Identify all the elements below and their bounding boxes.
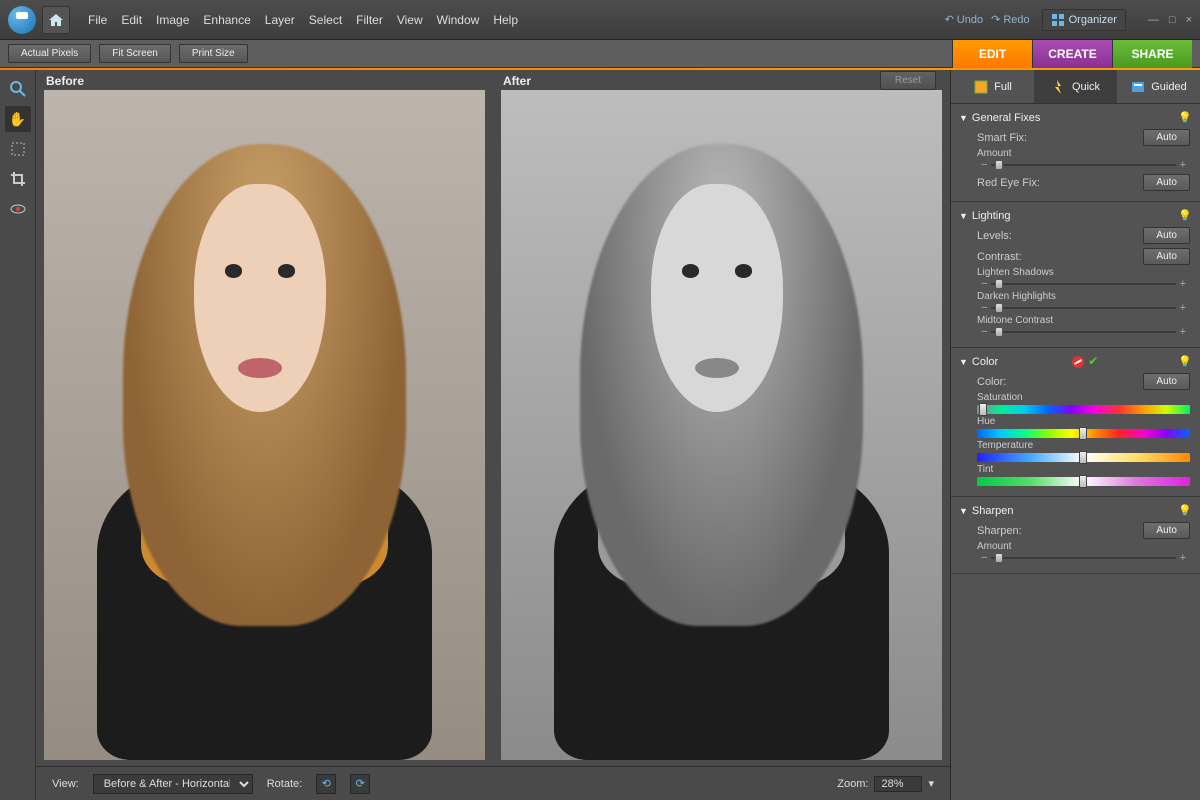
- sharpen-amount-slider[interactable]: −+: [977, 553, 1190, 563]
- levels-label: Levels:: [977, 230, 1135, 242]
- print-size-button[interactable]: Print Size: [179, 44, 248, 63]
- mode-edit[interactable]: EDIT: [952, 40, 1032, 68]
- maximize-button[interactable]: □: [1169, 14, 1176, 26]
- tab-quick[interactable]: Quick: [1034, 70, 1117, 103]
- zoom-value[interactable]: 28%: [874, 776, 922, 792]
- section-general-fixes: ▼General Fixes💡 Smart Fix: Auto Amount −+…: [951, 104, 1200, 202]
- sharpen-label: Sharpen:: [977, 525, 1135, 537]
- organizer-button[interactable]: Organizer: [1042, 9, 1126, 31]
- redo-button[interactable]: ↷ Redo: [991, 13, 1030, 26]
- main-menu: File Edit Image Enhance Layer Select Fil…: [88, 13, 945, 27]
- menu-select[interactable]: Select: [309, 13, 342, 27]
- minimize-button[interactable]: —: [1148, 14, 1159, 26]
- temperature-slider[interactable]: [977, 452, 1190, 462]
- tip-icon[interactable]: 💡: [1178, 111, 1192, 124]
- tint-slider[interactable]: [977, 476, 1190, 486]
- section-color: ▼Color ✔ 💡 Color: Auto Saturation Hue Tem…: [951, 348, 1200, 497]
- close-button[interactable]: ×: [1186, 14, 1192, 26]
- saturation-slider[interactable]: [977, 404, 1190, 414]
- fit-screen-button[interactable]: Fit Screen: [99, 44, 171, 63]
- menu-layer[interactable]: Layer: [265, 13, 295, 27]
- darken-highlights-slider[interactable]: −+: [977, 303, 1190, 313]
- menu-help[interactable]: Help: [493, 13, 518, 27]
- rotate-ccw-button[interactable]: ⟲: [316, 774, 336, 794]
- mode-share[interactable]: SHARE: [1112, 40, 1192, 68]
- actual-pixels-button[interactable]: Actual Pixels: [8, 44, 91, 63]
- smart-fix-label: Smart Fix:: [977, 132, 1135, 144]
- toolbox: ✋: [0, 70, 36, 800]
- tip-icon[interactable]: 💡: [1178, 504, 1192, 517]
- section-lighting: ▼Lighting💡 Levels: Auto Contrast: Auto Lig…: [951, 202, 1200, 348]
- hand-tool-icon[interactable]: ✋: [5, 106, 31, 132]
- darken-highlights-label: Darken Highlights: [977, 291, 1190, 302]
- sharpen-amount-label: Amount: [977, 541, 1190, 552]
- levels-auto[interactable]: Auto: [1143, 227, 1190, 244]
- after-label: After: [501, 70, 531, 90]
- after-image[interactable]: [501, 90, 942, 760]
- midtone-contrast-label: Midtone Contrast: [977, 315, 1190, 326]
- hue-label: Hue: [977, 416, 1190, 427]
- menu-window[interactable]: Window: [437, 13, 480, 27]
- menu-file[interactable]: File: [88, 13, 107, 27]
- tip-icon[interactable]: 💡: [1178, 355, 1192, 368]
- app-logo-icon: [8, 6, 36, 34]
- menu-image[interactable]: Image: [156, 13, 189, 27]
- view-select[interactable]: Before & After - Horizontal: [93, 774, 253, 794]
- smart-fix-auto[interactable]: Auto: [1143, 129, 1190, 146]
- redeye-tool-icon[interactable]: [5, 196, 31, 222]
- menubar: File Edit Image Enhance Layer Select Fil…: [0, 0, 1200, 40]
- midtone-contrast-slider[interactable]: −+: [977, 327, 1190, 337]
- reset-button[interactable]: Reset: [880, 71, 936, 90]
- red-eye-auto[interactable]: Auto: [1143, 174, 1190, 191]
- mode-create[interactable]: CREATE: [1032, 40, 1112, 68]
- canvas-area: Before After Reset: [36, 70, 950, 800]
- hue-slider[interactable]: [977, 428, 1190, 438]
- menu-view[interactable]: View: [397, 13, 423, 27]
- tab-full[interactable]: Full: [951, 70, 1034, 103]
- home-button[interactable]: [42, 6, 70, 34]
- lighten-shadows-slider[interactable]: −+: [977, 279, 1190, 289]
- tint-label: Tint: [977, 464, 1190, 475]
- color-auto[interactable]: Auto: [1143, 373, 1190, 390]
- section-head-general[interactable]: ▼General Fixes💡: [951, 108, 1200, 127]
- color-commit-icon[interactable]: ✔: [1088, 356, 1100, 368]
- section-sharpen: ▼Sharpen💡 Sharpen: Auto Amount −+: [951, 497, 1200, 574]
- sharpen-auto[interactable]: Auto: [1143, 522, 1190, 539]
- before-image[interactable]: [44, 90, 485, 760]
- menu-filter[interactable]: Filter: [356, 13, 383, 27]
- status-bar: View: Before & After - Horizontal Rotate…: [36, 766, 950, 800]
- zoom-label: Zoom:: [837, 778, 868, 790]
- smart-fix-amount-slider[interactable]: −+: [977, 160, 1190, 170]
- lighten-shadows-label: Lighten Shadows: [977, 267, 1190, 278]
- contrast-label: Contrast:: [977, 251, 1135, 263]
- before-label: Before: [44, 70, 485, 90]
- adjustments-panel: Full Quick Guided ▼General Fixes💡 Smart …: [950, 70, 1200, 800]
- color-cancel-icon[interactable]: [1072, 356, 1084, 368]
- section-head-sharpen[interactable]: ▼Sharpen💡: [951, 501, 1200, 520]
- menu-edit[interactable]: Edit: [121, 13, 142, 27]
- saturation-label: Saturation: [977, 392, 1190, 403]
- section-head-color[interactable]: ▼Color ✔ 💡: [951, 352, 1200, 371]
- view-label: View:: [52, 778, 79, 790]
- contrast-auto[interactable]: Auto: [1143, 248, 1190, 265]
- zoom-dropdown-icon[interactable]: ▾: [928, 777, 934, 790]
- tab-guided[interactable]: Guided: [1117, 70, 1200, 103]
- menubar-right: ↶ Undo ↷ Redo Organizer — □ ×: [945, 9, 1192, 31]
- undo-button[interactable]: ↶ Undo: [945, 13, 984, 26]
- red-eye-label: Red Eye Fix:: [977, 177, 1135, 189]
- tip-icon[interactable]: 💡: [1178, 209, 1192, 222]
- rotate-label: Rotate:: [267, 778, 302, 790]
- menu-enhance[interactable]: Enhance: [203, 13, 250, 27]
- options-bar: Actual Pixels Fit Screen Print Size EDIT…: [0, 40, 1200, 68]
- color-label: Color:: [977, 376, 1135, 388]
- temperature-label: Temperature: [977, 440, 1190, 451]
- crop-tool-icon[interactable]: [5, 166, 31, 192]
- selection-tool-icon[interactable]: [5, 136, 31, 162]
- section-head-lighting[interactable]: ▼Lighting💡: [951, 206, 1200, 225]
- rotate-cw-button[interactable]: ⟳: [350, 774, 370, 794]
- smart-fix-amount-label: Amount: [977, 148, 1190, 159]
- zoom-tool-icon[interactable]: [5, 76, 31, 102]
